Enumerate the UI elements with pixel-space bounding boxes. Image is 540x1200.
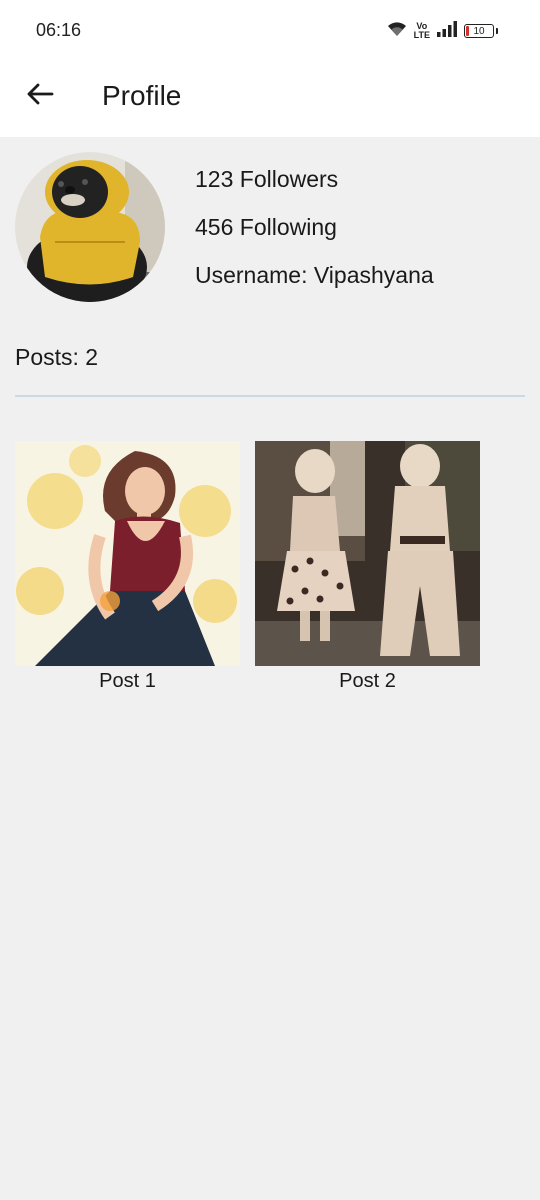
battery-level: 10	[473, 25, 485, 37]
battery-tip	[496, 28, 498, 34]
profile-photo	[15, 152, 165, 302]
post-label-2: Post 2	[339, 670, 396, 692]
wifi-icon	[386, 20, 408, 43]
followers-count[interactable]: 123 Followers	[195, 166, 338, 193]
post-item-2[interactable]: Post 2	[255, 441, 480, 693]
status-time: 06:16	[36, 20, 82, 40]
following-count[interactable]: 456 Following	[195, 214, 337, 241]
status-icons: Vo LTE 10	[386, 20, 498, 42]
post-item-1[interactable]: Post 1	[15, 441, 240, 693]
volte-bottom-text: LTE	[413, 30, 430, 40]
post-image-2[interactable]	[255, 441, 480, 666]
post-image-1[interactable]	[15, 441, 240, 666]
username: Username: Vipashyana	[195, 262, 434, 288]
app-bar: Profile	[0, 60, 540, 137]
page-title: Profile	[102, 80, 182, 111]
status-bar: 06:16 Vo LTE 10	[0, 0, 540, 60]
back-button[interactable]	[20, 76, 60, 116]
battery-icon: 10	[464, 24, 494, 38]
signal-icon	[436, 20, 458, 42]
post-label-1: Post 1	[99, 670, 156, 692]
volte-icon: Vo LTE	[414, 22, 430, 40]
divider	[15, 395, 525, 397]
posts-count: Posts: 2	[15, 344, 99, 370]
arrow-left-icon	[26, 82, 54, 111]
avatar[interactable]	[15, 152, 165, 302]
